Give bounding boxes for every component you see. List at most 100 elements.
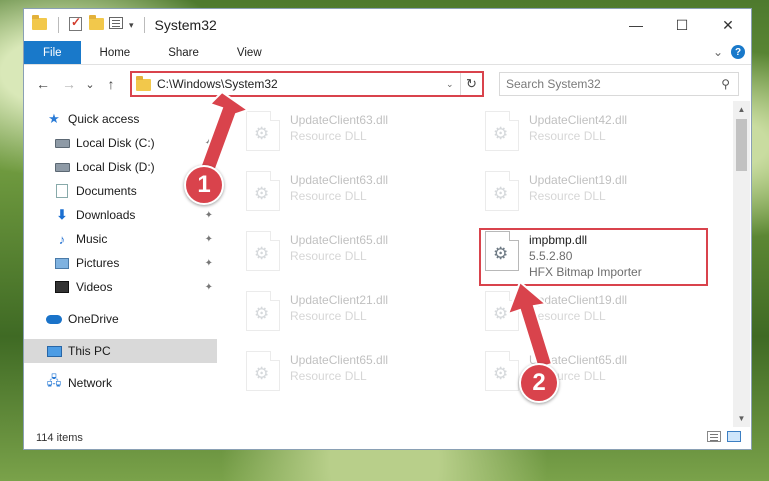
status-bar: 114 items	[24, 427, 751, 449]
scroll-down-button[interactable]: ▼	[733, 410, 750, 427]
tab-share[interactable]: Share	[149, 41, 218, 64]
recent-locations-dropdown[interactable]: ⌄	[82, 78, 98, 91]
large-icons-view-icon[interactable]	[727, 431, 741, 442]
vertical-scrollbar[interactable]: ▲ ▼	[733, 101, 750, 427]
file-name: UpdateClient65.dll	[290, 233, 389, 247]
file-item[interactable]: ⚙ UpdateClient21.dll Resource DLL	[242, 289, 462, 343]
details-view-icon[interactable]	[707, 431, 721, 442]
pin-icon[interactable]: ✦	[205, 210, 213, 221]
item-count: 114 items	[36, 432, 83, 444]
tab-home[interactable]: Home	[81, 41, 150, 64]
new-folder-icon[interactable]	[89, 15, 105, 33]
file-item[interactable]: ⚙ UpdateClient19.dll Resource DLL	[481, 289, 701, 343]
file-name: UpdateClient19.dll	[529, 293, 628, 307]
close-button[interactable]: ✕	[705, 9, 751, 41]
file-name: UpdateClient63.dll	[290, 173, 389, 187]
back-button[interactable]: ←	[30, 76, 56, 92]
maximize-button[interactable]: ☐	[659, 9, 705, 41]
file-item[interactable]: ⚙ UpdateClient63.dll Resource DLL	[242, 169, 462, 223]
file-item[interactable]: ⚙ UpdateClient63.dll Resource DLL	[242, 109, 462, 163]
file-type: Resource DLL	[529, 309, 606, 323]
sidebar-item-music[interactable]: ♪ Music ✦	[24, 227, 217, 251]
this-pc-icon	[46, 343, 62, 359]
pictures-icon	[54, 255, 70, 271]
file-name: UpdateClient42.dll	[529, 113, 628, 127]
drive-icon	[54, 159, 70, 175]
sidebar-item-downloads[interactable]: ⬇ Downloads ✦	[24, 203, 217, 227]
window-controls: — ☐ ✕	[613, 9, 751, 41]
dll-file-icon: ⚙	[246, 291, 280, 331]
network-icon: 🖧	[46, 373, 62, 388]
sidebar-item-label: This PC	[68, 344, 111, 358]
pin-icon[interactable]: ✦	[205, 282, 213, 293]
expand-ribbon-icon[interactable]: ⌄	[713, 45, 723, 59]
dll-file-icon: ⚙	[485, 291, 519, 331]
highlight-box	[479, 228, 708, 286]
file-explorer-window: ▾ System32 — ☐ ✕ File Home Share View ⌄ …	[23, 8, 752, 450]
file-item[interactable]: ⚙ UpdateClient42.dll Resource DLL	[481, 109, 701, 163]
star-icon: ★	[48, 111, 60, 126]
navigation-pane: ★ Quick access Local Disk (C:) ✦ Local D…	[24, 107, 217, 423]
file-type: Resource DLL	[290, 249, 367, 263]
customize-toolbar-dropdown[interactable]: ▾	[129, 20, 134, 31]
sidebar-item-label: Videos	[76, 280, 113, 294]
pin-icon[interactable]: ✦	[205, 138, 213, 149]
drive-icon	[54, 135, 70, 151]
folder-icon[interactable]	[32, 15, 48, 33]
sidebar-item-network[interactable]: 🖧 Network	[24, 371, 217, 395]
scroll-up-button[interactable]: ▲	[733, 101, 750, 118]
file-type: Resource DLL	[290, 309, 367, 323]
file-type: Resource DLL	[290, 369, 367, 383]
sidebar-item-onedrive[interactable]: OneDrive	[24, 307, 217, 331]
refresh-button[interactable]: ↻	[460, 73, 482, 95]
address-dropdown-icon[interactable]: ⌄	[446, 79, 460, 90]
scroll-thumb[interactable]	[736, 119, 747, 171]
sidebar-item-label: Local Disk (D:)	[76, 160, 155, 174]
file-type: Resource DLL	[290, 129, 367, 143]
pin-icon[interactable]: ✦	[205, 258, 213, 269]
sidebar-item-this-pc[interactable]: This PC	[24, 339, 217, 363]
search-box[interactable]: Search System32 ⚲	[499, 72, 739, 96]
pin-icon[interactable]: ✦	[205, 234, 213, 245]
window-title: System32	[154, 17, 217, 33]
search-input[interactable]: Search System32	[506, 77, 721, 91]
view-options-icon[interactable]	[109, 17, 125, 33]
view-toggle	[707, 431, 741, 442]
file-name: UpdateClient21.dll	[290, 293, 389, 307]
ribbon-tabs: File Home Share View ⌄ ?	[24, 41, 751, 65]
downloads-icon: ⬇	[56, 207, 68, 222]
ribbon-right-controls: ⌄ ?	[713, 45, 745, 59]
properties-icon[interactable]	[69, 15, 85, 33]
file-item[interactable]: ⚙ UpdateClient19.dll Resource DLL	[481, 169, 701, 223]
file-type: Resource DLL	[290, 189, 367, 203]
dll-file-icon: ⚙	[246, 351, 280, 391]
sidebar-item-videos[interactable]: Videos ✦	[24, 275, 217, 299]
sidebar-item-label: Pictures	[76, 256, 120, 270]
sidebar-item-pictures[interactable]: Pictures ✦	[24, 251, 217, 275]
tab-file[interactable]: File	[24, 41, 81, 64]
dll-file-icon: ⚙	[485, 111, 519, 151]
music-icon: ♪	[58, 231, 66, 247]
search-icon[interactable]: ⚲	[721, 77, 730, 91]
tab-view[interactable]: View	[218, 41, 281, 64]
videos-icon	[54, 279, 70, 295]
sidebar-item-label: Music	[76, 232, 108, 246]
dll-file-icon: ⚙	[246, 111, 280, 151]
dll-file-icon: ⚙	[246, 171, 280, 211]
sidebar-item-label: Downloads	[76, 208, 136, 222]
up-button[interactable]: ↑	[98, 76, 124, 92]
file-item[interactable]: ⚙ UpdateClient65.dll Resource DLL	[242, 349, 462, 403]
file-item[interactable]: ⚙ UpdateClient65.dll Resource DLL	[242, 229, 462, 283]
sidebar-item-quick-access[interactable]: ★ Quick access	[24, 107, 217, 131]
toolbar-divider	[58, 17, 59, 33]
minimize-button[interactable]: —	[613, 9, 659, 41]
help-icon[interactable]: ?	[731, 45, 745, 59]
address-path[interactable]: C:\Windows\System32	[157, 77, 446, 91]
forward-button[interactable]: →	[56, 76, 82, 92]
address-bar[interactable]: C:\Windows\System32 ⌄ ↻	[130, 71, 484, 97]
documents-icon	[54, 183, 70, 199]
file-type: Resource DLL	[529, 129, 606, 143]
sidebar-item-label: Documents	[76, 184, 137, 198]
file-item[interactable]: ⚙ UpdateClient65.dll Resource DLL	[481, 349, 701, 403]
sidebar-item-local-disk-c[interactable]: Local Disk (C:) ✦	[24, 131, 217, 155]
